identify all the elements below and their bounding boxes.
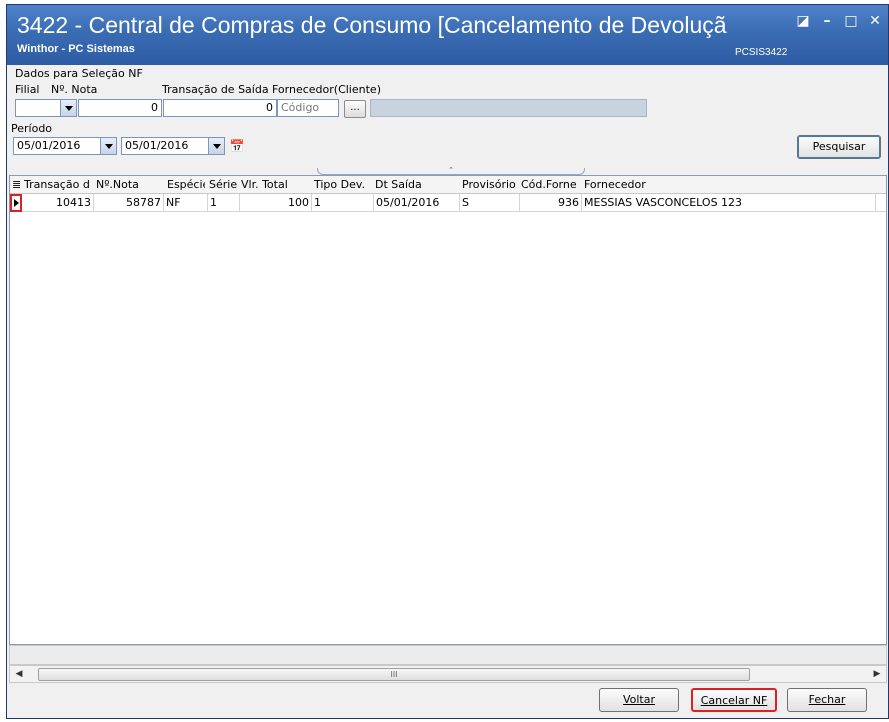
periodo-label: Período bbox=[11, 122, 53, 135]
panel-splitter[interactable]: ⌃ bbox=[317, 167, 585, 175]
table-cell[interactable]: 05/01/2016 bbox=[374, 194, 460, 212]
transacao-label: Transação de Saída bbox=[162, 83, 269, 96]
grid-header: ≣ Transação d Nº.Nota Espécie Série Vlr.… bbox=[10, 176, 886, 194]
main-window: 3422 - Central de Compras de Consumo [Ca… bbox=[6, 4, 889, 719]
filter-panel: Dados para Seleção NF Filial Nº. Nota Tr… bbox=[7, 65, 888, 173]
search-button[interactable]: Pesquisar bbox=[797, 135, 881, 159]
title-bar: 3422 - Central de Compras de Consumo [Ca… bbox=[7, 5, 888, 65]
column-header[interactable]: Série bbox=[209, 176, 239, 194]
date-from-field[interactable]: 05/01/2016 bbox=[13, 137, 117, 155]
scroll-left-icon[interactable]: ◀ bbox=[12, 668, 26, 681]
nota-field[interactable]: 0 bbox=[78, 99, 162, 117]
horizontal-scrollbar[interactable]: ◀ III ▶ bbox=[9, 665, 887, 683]
routine-code: PCSIS3422 bbox=[735, 47, 788, 58]
cancel-nf-label: Cancelar NF bbox=[700, 694, 768, 707]
maximize-icon[interactable]: □ bbox=[844, 13, 858, 29]
calendar-icon[interactable]: 📅 bbox=[229, 137, 245, 155]
minimize-icon[interactable]: – bbox=[820, 13, 834, 29]
chevron-down-icon[interactable] bbox=[100, 138, 116, 154]
table-cell[interactable]: 10413 bbox=[23, 194, 94, 212]
filial-select[interactable] bbox=[15, 99, 77, 117]
window-title: 3422 - Central de Compras de Consumo [Ca… bbox=[17, 12, 727, 38]
fornecedor-code-field[interactable]: Código bbox=[277, 99, 339, 117]
chevron-down-icon[interactable] bbox=[208, 138, 224, 154]
column-header[interactable]: Nº.Nota bbox=[96, 176, 156, 194]
scroll-right-icon[interactable]: ▶ bbox=[870, 668, 884, 681]
column-header[interactable]: Tipo Dev. bbox=[314, 176, 372, 194]
date-to-value: 05/01/2016 bbox=[125, 139, 189, 152]
table-row[interactable]: 10413 58787 NF 1 100 1 05/01/2016 S 936 … bbox=[10, 194, 886, 212]
cancel-nf-button[interactable]: Cancelar NF bbox=[691, 688, 777, 712]
results-grid[interactable]: ≣ Transação d Nº.Nota Espécie Série Vlr.… bbox=[9, 175, 887, 645]
table-cell[interactable]: 936 bbox=[520, 194, 582, 212]
voltar-label: Voltar bbox=[622, 693, 656, 706]
fechar-label: Fechar bbox=[808, 693, 846, 706]
row-indicator-icon bbox=[10, 194, 22, 212]
column-header[interactable]: Cód.Forne bbox=[521, 176, 583, 194]
date-from-value: 05/01/2016 bbox=[17, 139, 81, 152]
fornecedor-label: Fornecedor(Cliente) bbox=[272, 83, 381, 96]
table-cell[interactable]: 58787 bbox=[94, 194, 164, 212]
filial-label: Filial bbox=[15, 83, 40, 96]
voltar-button[interactable]: Voltar bbox=[599, 688, 679, 712]
grid-footer bbox=[9, 645, 887, 665]
chevron-down-icon[interactable] bbox=[60, 100, 76, 116]
fechar-button[interactable]: Fechar bbox=[787, 688, 867, 712]
column-header[interactable]: Fornecedor bbox=[584, 176, 734, 194]
column-header[interactable]: Dt Saída bbox=[375, 176, 455, 194]
column-header[interactable]: Provisório bbox=[462, 176, 522, 194]
restore-icon[interactable]: ◪ bbox=[796, 13, 810, 29]
transacao-field[interactable]: 0 bbox=[163, 99, 277, 117]
window-subtitle: Winthor - PC Sistemas bbox=[17, 43, 135, 55]
table-cell[interactable]: 1 bbox=[208, 194, 240, 212]
column-header[interactable]: Espécie bbox=[167, 176, 205, 194]
date-to-field[interactable]: 05/01/2016 bbox=[121, 137, 225, 155]
table-cell[interactable]: 1 bbox=[312, 194, 374, 212]
fornecedor-name-field bbox=[370, 99, 647, 117]
close-icon[interactable]: ✕ bbox=[868, 13, 882, 29]
column-header[interactable]: Transação d bbox=[24, 176, 92, 194]
nota-label: Nº. Nota bbox=[51, 83, 98, 96]
fornecedor-lookup-button[interactable]: ... bbox=[344, 100, 366, 118]
group-label: Dados para Seleção NF bbox=[15, 67, 143, 80]
table-cell[interactable]: MESSIAS VASCONCELOS 123 bbox=[582, 194, 876, 212]
column-chooser-icon[interactable]: ≣ bbox=[12, 176, 22, 194]
table-cell[interactable]: 100 bbox=[240, 194, 312, 212]
table-cell[interactable]: NF bbox=[164, 194, 208, 212]
column-header[interactable]: Vlr. Total bbox=[241, 176, 309, 194]
scroll-thumb[interactable]: III bbox=[38, 668, 750, 681]
table-cell[interactable]: S bbox=[460, 194, 520, 212]
